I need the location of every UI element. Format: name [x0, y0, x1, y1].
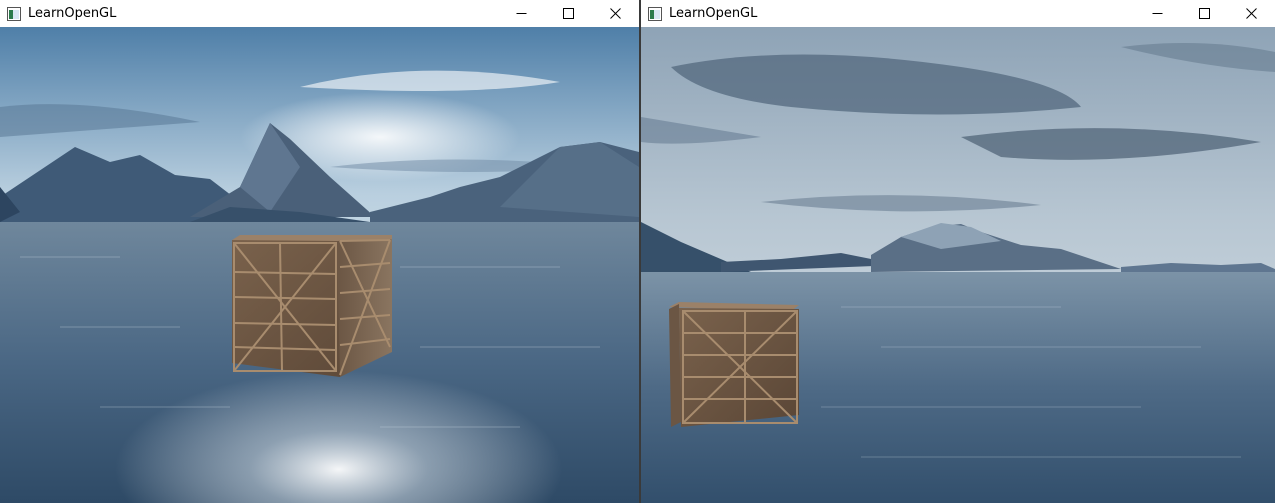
minimize-button[interactable]	[498, 0, 545, 27]
maximize-icon	[1199, 8, 1210, 19]
window-controls	[1134, 0, 1275, 27]
app-window-icon	[6, 6, 22, 22]
close-button[interactable]	[1228, 0, 1275, 27]
opengl-viewport[interactable]	[641, 27, 1275, 503]
crate	[669, 302, 799, 427]
crate	[232, 235, 392, 377]
rendered-scene	[0, 27, 639, 503]
maximize-button[interactable]	[1181, 0, 1228, 27]
rendered-scene	[641, 27, 1275, 503]
close-icon	[1246, 8, 1257, 19]
window-title: LearnOpenGL	[28, 6, 117, 21]
window-title: LearnOpenGL	[669, 6, 758, 21]
app-window-icon	[647, 6, 663, 22]
minimize-icon	[1152, 13, 1163, 14]
minimize-button[interactable]	[1134, 0, 1181, 27]
opengl-viewport[interactable]	[0, 27, 639, 503]
maximize-icon	[563, 8, 574, 19]
window-controls	[498, 0, 639, 27]
close-button[interactable]	[592, 0, 639, 27]
close-icon	[610, 8, 621, 19]
window-right: LearnOpenGL	[641, 0, 1275, 503]
maximize-button[interactable]	[545, 0, 592, 27]
minimize-icon	[516, 13, 527, 14]
window-left: LearnOpenGL	[0, 0, 639, 503]
title-bar[interactable]: LearnOpenGL	[641, 0, 1275, 27]
title-bar[interactable]: LearnOpenGL	[0, 0, 639, 27]
